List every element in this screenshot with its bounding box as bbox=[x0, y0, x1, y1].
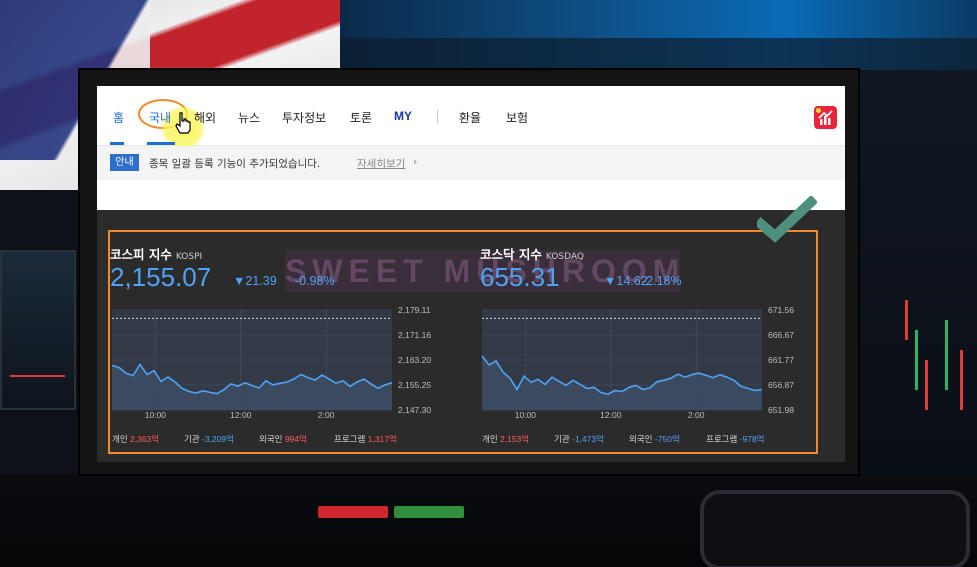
tab-overseas[interactable]: 해외 bbox=[194, 109, 216, 126]
active-tab-indicator bbox=[110, 142, 124, 145]
x-tick-label: 12:00 bbox=[600, 410, 622, 418]
top-nav: 홈 국내 해외 뉴스 투자정보 토론 MY 환율 보험 bbox=[97, 86, 845, 150]
investor-flow-item: 기관 -3,209억 bbox=[184, 433, 234, 445]
kosdaq-name-en: KOSDAQ bbox=[545, 252, 584, 262]
investor-flow-item: 프로그램 1,317억 bbox=[334, 433, 397, 445]
kosdaq-rate: -2.18% bbox=[642, 274, 682, 288]
nav-divider bbox=[437, 110, 438, 124]
background-left-screen bbox=[0, 250, 76, 410]
y-tick-label: 2,171.16 bbox=[398, 330, 431, 340]
investor-flow-value: -3,209억 bbox=[202, 434, 234, 444]
tab-my[interactable]: MY bbox=[394, 109, 412, 123]
tab-discussion[interactable]: 토론 bbox=[350, 109, 372, 126]
background-line bbox=[10, 375, 65, 377]
notice-detail-link[interactable]: 자세히보기 bbox=[357, 156, 405, 171]
background-candle bbox=[960, 350, 963, 410]
x-tick-label: 10:00 bbox=[145, 410, 167, 418]
domestic-tab-indicator bbox=[147, 142, 175, 145]
tab-news[interactable]: 뉴스 bbox=[238, 109, 260, 126]
background-candle bbox=[905, 300, 908, 340]
background-candle bbox=[915, 330, 918, 390]
finance-header: 홈 국내 해외 뉴스 투자정보 토론 MY 환율 보험 안내 종목 일괄 등록 … bbox=[97, 86, 845, 210]
tab-home[interactable]: 홈 bbox=[113, 109, 124, 126]
kospi-rate: -0.98% bbox=[295, 274, 335, 288]
investor-flow-label: 기관 bbox=[184, 434, 203, 444]
investor-flow-value: 994억 bbox=[284, 434, 307, 444]
stock-app-icon[interactable] bbox=[814, 106, 837, 129]
kospi-title: 코스피 지수 KOSPI bbox=[110, 244, 410, 263]
chart-up-icon bbox=[818, 110, 833, 125]
investor-flow-label: 외국인 bbox=[259, 434, 285, 444]
investor-flow-label: 개인 bbox=[482, 434, 501, 444]
investor-flow-label: 외국인 bbox=[629, 434, 655, 444]
kosdaq-summary[interactable]: 코스닥 지수 KOSDAQ 655.31 ▼14.62 -2.18% bbox=[480, 244, 780, 292]
investor-flow-label: 개인 bbox=[112, 434, 131, 444]
notice-text: 종목 일괄 등록 기능이 추가되었습니다. bbox=[149, 158, 321, 170]
kosdaq-value: 655.31 bbox=[480, 262, 560, 292]
chevron-right-icon: › bbox=[413, 155, 418, 168]
investor-flow-value: 2,153억 bbox=[500, 434, 530, 444]
tab-exchange-rate[interactable]: 환율 bbox=[459, 109, 481, 126]
kospi-change: ▼21.39 bbox=[233, 274, 277, 288]
kospi-value: 2,155.07 bbox=[110, 262, 212, 292]
y-tick-label: 671.56 bbox=[768, 305, 794, 315]
y-tick-label: 2,155.25 bbox=[398, 380, 431, 390]
investor-flow-value: 2,363억 bbox=[130, 434, 160, 444]
kospi-name: 코스피 지수 bbox=[110, 247, 172, 262]
kosdaq-name: 코스닥 지수 bbox=[480, 247, 542, 262]
investor-flow-value: -978억 bbox=[739, 434, 765, 444]
background-buy-chip bbox=[394, 506, 464, 518]
investor-flow-label: 기관 bbox=[554, 434, 573, 444]
kospi-summary[interactable]: 코스피 지수 KOSPI 2,155.07 ▼21.39 -0.98% bbox=[110, 244, 410, 292]
y-tick-label: 2,179.11 bbox=[398, 305, 431, 315]
y-tick-label: 2,163.20 bbox=[398, 355, 431, 365]
notice-bar: 안내 종목 일괄 등록 기능이 추가되었습니다. 자세히보기 › bbox=[97, 146, 845, 180]
investor-flow-label: 프로그램 bbox=[334, 434, 368, 444]
investor-flow-item: 개인 2,153억 bbox=[482, 433, 529, 445]
investor-flow-value: 1,317억 bbox=[367, 434, 397, 444]
background-candle bbox=[925, 360, 928, 410]
x-tick-label: 12:00 bbox=[230, 410, 252, 418]
tab-insurance[interactable]: 보험 bbox=[506, 109, 528, 126]
investor-flow-item: 개인 2,363억 bbox=[112, 433, 159, 445]
x-tick-label: 2:00 bbox=[688, 410, 705, 418]
tab-domestic[interactable]: 국내 bbox=[149, 109, 171, 126]
y-tick-label: 666.67 bbox=[768, 330, 794, 340]
x-tick-label: 2:00 bbox=[318, 410, 335, 418]
y-tick-label: 661.77 bbox=[768, 355, 794, 365]
investor-flow-item: 프로그램 -978억 bbox=[706, 433, 765, 445]
kospi-name-en: KOSPI bbox=[175, 252, 203, 262]
y-tick-label: 651.98 bbox=[768, 405, 794, 415]
investor-flow-value: -750억 bbox=[654, 434, 680, 444]
kosdaq-title: 코스닥 지수 KOSDAQ bbox=[480, 244, 780, 263]
background-monitor-frame bbox=[340, 38, 977, 70]
y-tick-label: 2,147.30 bbox=[398, 405, 431, 415]
highlight-box: SWEET MUSHROOM 코스피 지수 KOSPI 2,155.07 ▼21.… bbox=[108, 230, 818, 454]
index-panel: SWEET MUSHROOM 코스피 지수 KOSPI 2,155.07 ▼21.… bbox=[97, 196, 845, 462]
x-tick-label: 10:00 bbox=[515, 410, 537, 418]
investor-flow-item: 외국인 994억 bbox=[259, 433, 307, 445]
y-tick-label: 656.87 bbox=[768, 380, 794, 390]
kospi-chart[interactable]: 2,179.11 2,171.16 2,163.20 2,155.25 2,147.30… bbox=[110, 304, 440, 418]
background-sell-chip bbox=[318, 506, 388, 518]
investor-flow-item: 외국인 -750억 bbox=[629, 433, 680, 445]
investor-flow-item: 기관 -1,473억 bbox=[554, 433, 604, 445]
hand-pointer-icon bbox=[175, 112, 191, 134]
investor-flow-value: -1,473억 bbox=[572, 434, 604, 444]
notice-badge: 안내 bbox=[110, 154, 139, 171]
background-candle bbox=[945, 320, 948, 390]
kosdaq-chart[interactable]: 671.56 666.67 661.77 656.87 651.98 10:00 12:00… bbox=[480, 304, 810, 418]
tab-investment-info[interactable]: 투자정보 bbox=[282, 109, 326, 126]
investor-flow-label: 프로그램 bbox=[706, 434, 740, 444]
background-phone bbox=[700, 490, 970, 567]
background-monitor-right bbox=[860, 70, 977, 480]
screenshot-frame: 홈 국내 해외 뉴스 투자정보 토론 MY 환율 보험 안내 종목 일괄 등록 … bbox=[78, 68, 860, 476]
check-icon bbox=[757, 196, 817, 243]
